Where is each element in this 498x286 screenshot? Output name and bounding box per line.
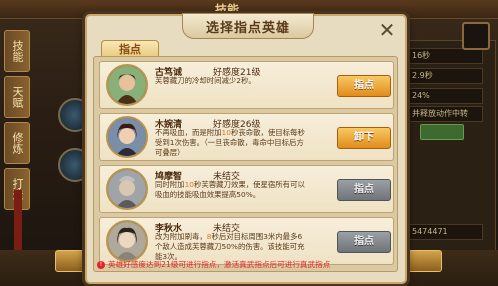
desc-text: 改为附加刷毒， bbox=[155, 232, 207, 241]
guide-button[interactable]: 指点 bbox=[337, 179, 391, 201]
hero-row: 木婉清 好感度26级 不再吸血，而是附加10秒丧命散，使目标每秒受到1次伤害。（… bbox=[99, 113, 394, 161]
hint-message: 英雄好感度达到21级可进行指点，激活真武指点后可进行真武指点 bbox=[108, 260, 331, 269]
hero-desc: 芙蓉藏刀的冷却时间减少2秒。 bbox=[155, 76, 305, 86]
desc-text: 不再吸血，而是附加 bbox=[155, 128, 222, 137]
hero-list: 古笃诚 好感度21级 芙蓉藏刀的冷却时间减少2秒。 指点 木婉清 好感度26级 … bbox=[93, 56, 398, 272]
desc-text: 同时附加 bbox=[155, 180, 185, 189]
hero-row: 鸠摩智 未结交 同时附加10秒芙蓉藏刀效果，使星宿所有可以吸血的技能吸血效果提高… bbox=[99, 165, 394, 213]
hero-avatar-icon bbox=[106, 220, 148, 262]
cooldown-field: 16秒 bbox=[408, 48, 483, 64]
rail-tab-cultivate[interactable]: 修炼 bbox=[4, 122, 30, 164]
hero-desc: 不再吸血，而是附加10秒丧命散，使目标每秒受到1次伤害。（一旦丧命散，毒命中目标… bbox=[155, 128, 305, 158]
currency-field: 5474471 bbox=[408, 224, 483, 240]
hero-avatar-icon bbox=[106, 64, 148, 106]
decorative-banner bbox=[14, 190, 22, 250]
cast-time-field: 2.9秒 bbox=[408, 68, 483, 84]
rail-tab-skill[interactable]: 技能 bbox=[4, 30, 30, 72]
background-close-icon[interactable] bbox=[462, 22, 490, 50]
guide-button[interactable]: 指点 bbox=[337, 231, 391, 253]
left-tab-rail: 技能 天赋 修炼 打造 bbox=[4, 30, 30, 214]
hero-desc: 改为附加刷毒，8秒后对目标周围3米内最多6个敌人造成芙蓉藏刀50%的伤害。该技能… bbox=[155, 232, 305, 262]
hero-desc: 同时附加10秒芙蓉藏刀效果，使星宿所有可以吸血的技能吸血效果提高50%。 bbox=[155, 180, 305, 200]
desc-text: 芙蓉藏刀的冷却时间减少2秒。 bbox=[155, 76, 256, 85]
hero-avatar-icon bbox=[106, 116, 148, 158]
hero-row: 李秋水 未结交 改为附加刷毒，8秒后对目标周围3米内最多6个敌人造成芙蓉藏刀50… bbox=[99, 217, 394, 265]
dialog-title: 选择指点英雄 bbox=[205, 20, 290, 36]
hero-avatar-icon bbox=[106, 168, 148, 210]
detail-text: 并释放动作中转 bbox=[408, 106, 483, 122]
desc-highlight: 10 bbox=[184, 180, 194, 189]
select-hero-dialog: 选择指点英雄 ✕ 指点 古笃诚 好感度21级 芙蓉藏刀的冷却时间减少2秒。 指点 bbox=[85, 13, 407, 284]
close-icon[interactable]: ✕ bbox=[376, 19, 398, 41]
percent-field: 24% bbox=[408, 88, 483, 104]
green-button[interactable] bbox=[420, 124, 464, 140]
dialog-title-banner: 选择指点英雄 bbox=[182, 13, 314, 39]
warning-icon: ! bbox=[97, 261, 105, 269]
hint-text: ! 英雄好感度达到21级可进行指点，激活真武指点后可进行真武指点 bbox=[97, 259, 393, 270]
unequip-button[interactable]: 卸下 bbox=[337, 127, 391, 149]
hero-row: 古笃诚 好感度21级 芙蓉藏刀的冷却时间减少2秒。 指点 bbox=[99, 61, 394, 109]
guide-button[interactable]: 指点 bbox=[337, 75, 391, 97]
desc-highlight: 10 bbox=[221, 128, 231, 137]
rail-tab-talent[interactable]: 天赋 bbox=[4, 76, 30, 118]
